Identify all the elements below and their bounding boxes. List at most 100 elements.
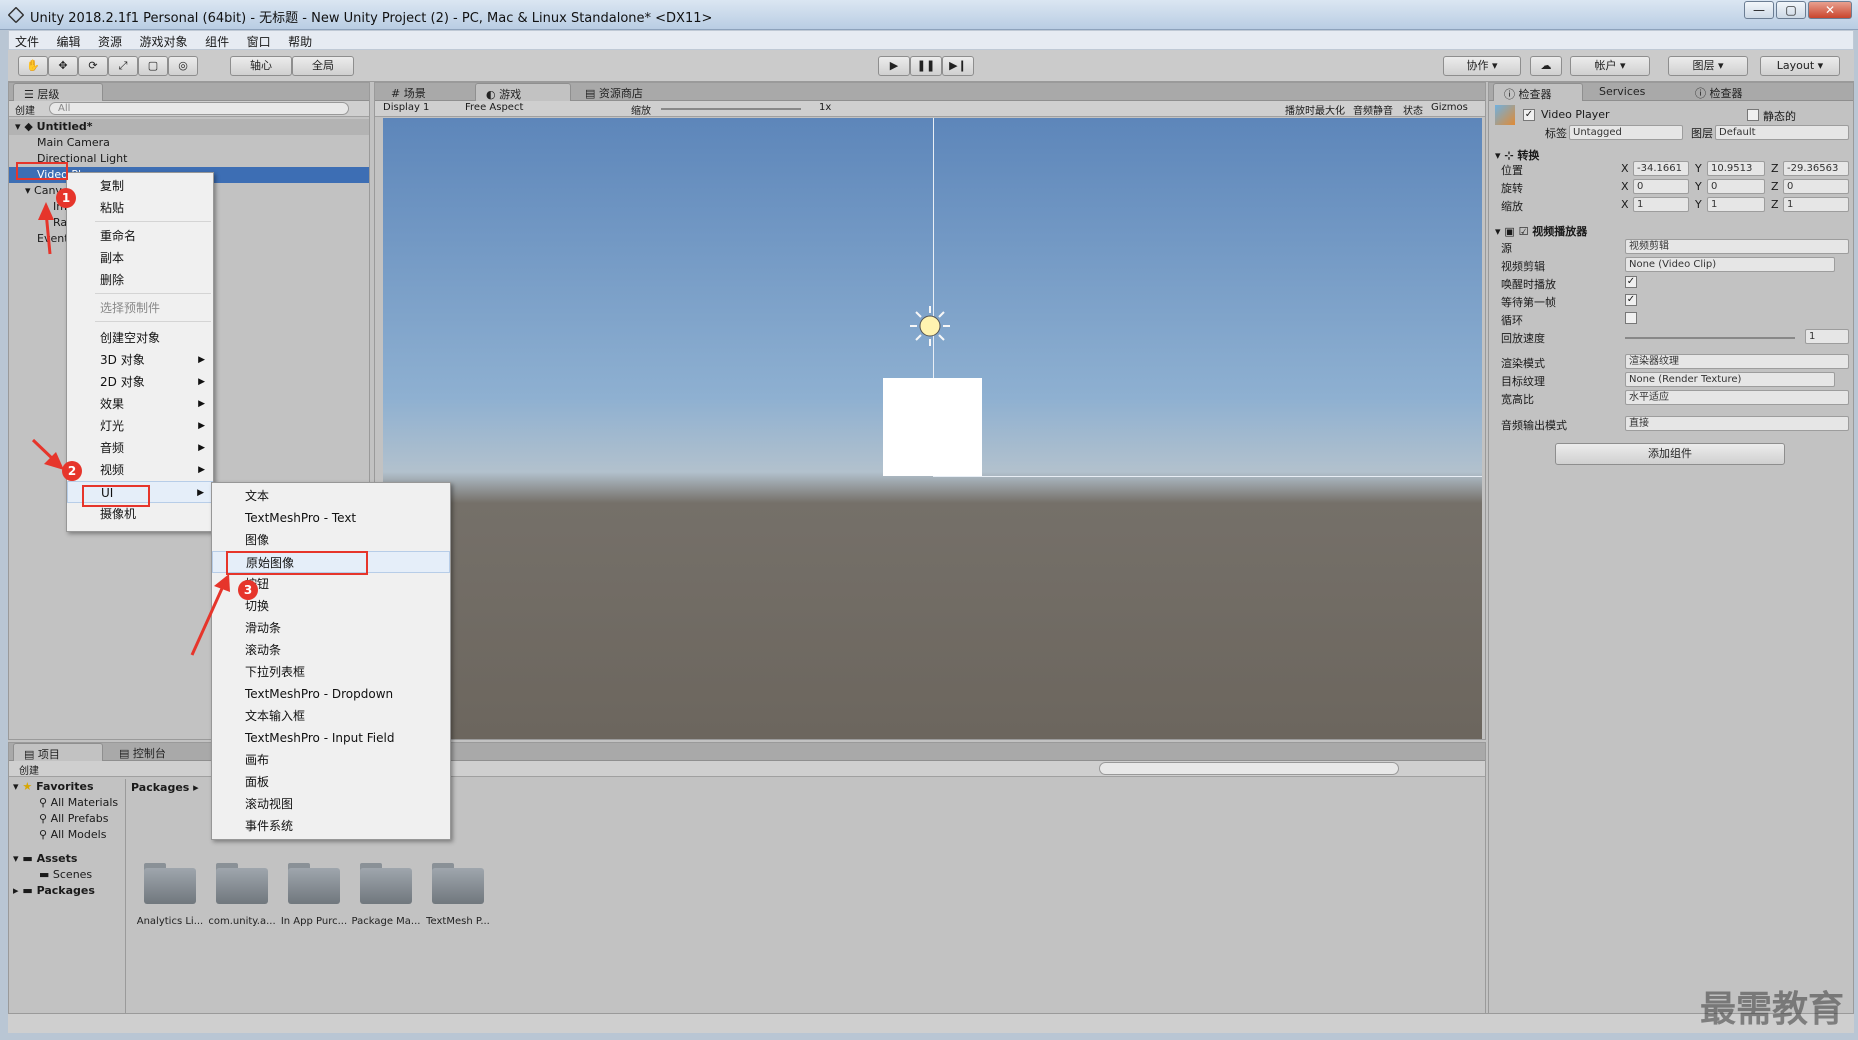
play-on-awake-checkbox[interactable]: ✓ [1625,276,1637,288]
project-search-input[interactable] [1099,762,1399,775]
rotate-tool-icon[interactable]: ⟳ [78,56,108,76]
aspect-ratio-dropdown[interactable]: 水平适应 [1625,390,1849,405]
assets-node[interactable]: ▾ ▬ Assets [13,851,123,867]
menu-item-rename[interactable]: 重命名 [67,225,213,247]
tab-services[interactable]: Services [1589,83,1669,101]
pivot-toggle[interactable]: 轴心 [230,56,292,76]
active-checkbox[interactable]: ✓ [1523,109,1535,121]
hierarchy-search-input[interactable]: All [49,102,349,115]
rot-z-field[interactable]: 0 [1783,179,1849,194]
global-toggle[interactable]: 全局 [292,56,354,76]
hand-tool-icon[interactable]: ✋ [18,56,48,76]
menu-item-2d-object[interactable]: 2D 对象 ▶ [67,371,213,393]
playback-speed-field[interactable]: 1 [1805,329,1849,344]
submenu-item-event-system[interactable]: 事件系统 [212,815,450,837]
submenu-item-textmeshpro-dropdown[interactable]: TextMeshPro - Dropdown [212,683,450,705]
submenu-item-textmeshpro-text[interactable]: TextMeshPro - Text [212,507,450,529]
scl-y-field[interactable]: 1 [1707,197,1765,212]
menu-component[interactable]: 组件 [199,31,235,52]
static-checkbox[interactable] [1747,109,1759,121]
menu-item-video[interactable]: 视频 ▶ [67,459,213,481]
submenu-item-text[interactable]: 文本 [212,485,450,507]
menu-item-copy[interactable]: 复制 [67,175,213,197]
layers-dropdown[interactable]: 图层 ▾ [1668,56,1748,76]
submenu-item-panel[interactable]: 面板 [212,771,450,793]
scale-slider[interactable] [661,108,801,110]
render-mode-dropdown[interactable]: 渲染器纹理 [1625,354,1849,369]
target-texture-field[interactable]: None (Render Texture) [1625,372,1835,387]
submenu-item-textmeshpro-input-field[interactable]: TextMeshPro - Input Field [212,727,450,749]
favorites-node[interactable]: ▾ ★ Favorites [13,779,123,795]
menu-file[interactable]: 文件 [9,31,45,52]
transform-tool-icon[interactable]: ◎ [168,56,198,76]
stats-toggle[interactable]: 状态 [1403,102,1423,117]
packages-node[interactable]: ▸ ▬ Packages [13,883,123,899]
maximize-on-play-toggle[interactable]: 播放时最大化 [1285,102,1345,117]
game-viewport[interactable] [383,118,1482,739]
folder-icon[interactable] [214,860,270,906]
scale-tool-icon[interactable]: ⤢ [108,56,138,76]
scl-x-field[interactable]: 1 [1633,197,1689,212]
pos-z-field[interactable]: -29.36563 [1783,161,1849,176]
rot-y-field[interactable]: 0 [1707,179,1765,194]
step-button[interactable]: ▶❙ [942,56,974,76]
transform-header[interactable]: ▾ ⊹ 转换 [1495,147,1539,163]
tab-project[interactable]: ▤ 项目 [13,743,103,761]
scenes-node[interactable]: ▬ Scenes [39,867,129,883]
layer-dropdown[interactable]: Default [1715,125,1849,140]
menu-item-light[interactable]: 灯光 ▶ [67,415,213,437]
menu-item-3d-object[interactable]: 3D 对象 ▶ [67,349,213,371]
rot-x-field[interactable]: 0 [1633,179,1689,194]
hierarchy-create-button[interactable]: 创建 [15,102,35,117]
menu-item-audio[interactable]: 音频 ▶ [67,437,213,459]
pos-y-field[interactable]: 10.9513 [1707,161,1765,176]
tag-dropdown[interactable]: Untagged [1569,125,1683,140]
close-button[interactable]: ✕ [1808,1,1852,19]
menu-edit[interactable]: 编辑 [51,31,87,52]
tab-game[interactable]: ◐ 游戏 [475,83,571,101]
menu-item-paste[interactable]: 粘贴 [67,197,213,219]
scl-z-field[interactable]: 1 [1783,197,1849,212]
submenu-item-slider[interactable]: 滑动条 [212,617,450,639]
scene-root[interactable]: ▾ ◆ Untitled* [9,119,369,135]
mute-audio-toggle[interactable]: 音频静音 [1353,102,1393,117]
folder-icon[interactable] [286,860,342,906]
submenu-item-dropdown[interactable]: 下拉列表框 [212,661,450,683]
playback-speed-slider[interactable] [1625,337,1795,339]
menu-assets[interactable]: 资源 [92,31,128,52]
audio-output-dropdown[interactable]: 直接 [1625,416,1849,431]
project-create-button[interactable]: 创建 [19,762,39,777]
folder-icon[interactable] [430,860,486,906]
fav-all-materials[interactable]: ⚲ All Materials [39,795,129,811]
folder-icon[interactable] [358,860,414,906]
project-breadcrumb[interactable]: Packages ▸ [131,781,199,794]
submenu-item-scrollbar[interactable]: 滚动条 [212,639,450,661]
pause-button[interactable]: ❚❚ [910,56,942,76]
maximize-button[interactable]: ▢ [1776,1,1806,19]
tab-scene[interactable]: # 场景 [381,83,471,101]
gizmos-dropdown[interactable]: Gizmos [1431,102,1468,113]
collab-dropdown[interactable]: 协作 ▾ [1443,56,1521,76]
pos-x-field[interactable]: -34.1661 [1633,161,1689,176]
menu-item-delete[interactable]: 删除 [67,269,213,291]
add-component-button[interactable]: 添加组件 [1555,443,1785,465]
cloud-icon[interactable]: ☁ [1530,56,1562,76]
clip-field[interactable]: None (Video Clip) [1625,257,1835,272]
submenu-item-image[interactable]: 图像 [212,529,450,551]
tab-inspector-2[interactable]: ⓘ 检查器 [1685,83,1775,101]
rect-tool-icon[interactable]: ▢ [138,56,168,76]
tree-item-main-camera[interactable]: Main Camera [9,135,369,151]
object-name-field[interactable]: Video Player [1541,108,1610,121]
submenu-item-canvas[interactable]: 画布 [212,749,450,771]
wait-first-frame-checkbox[interactable]: ✓ [1625,294,1637,306]
move-tool-icon[interactable]: ✥ [48,56,78,76]
loop-checkbox[interactable] [1625,312,1637,324]
submenu-item-input-field[interactable]: 文本输入框 [212,705,450,727]
account-dropdown[interactable]: 帐户 ▾ [1570,56,1650,76]
tab-inspector[interactable]: ⓘ 检查器 [1493,83,1583,101]
play-button[interactable]: ▶ [878,56,910,76]
folder-icon[interactable] [142,860,198,906]
aspect-dropdown[interactable]: Free Aspect [465,102,523,113]
fav-all-models[interactable]: ⚲ All Models [39,827,129,843]
layout-dropdown[interactable]: Layout ▾ [1760,56,1840,76]
